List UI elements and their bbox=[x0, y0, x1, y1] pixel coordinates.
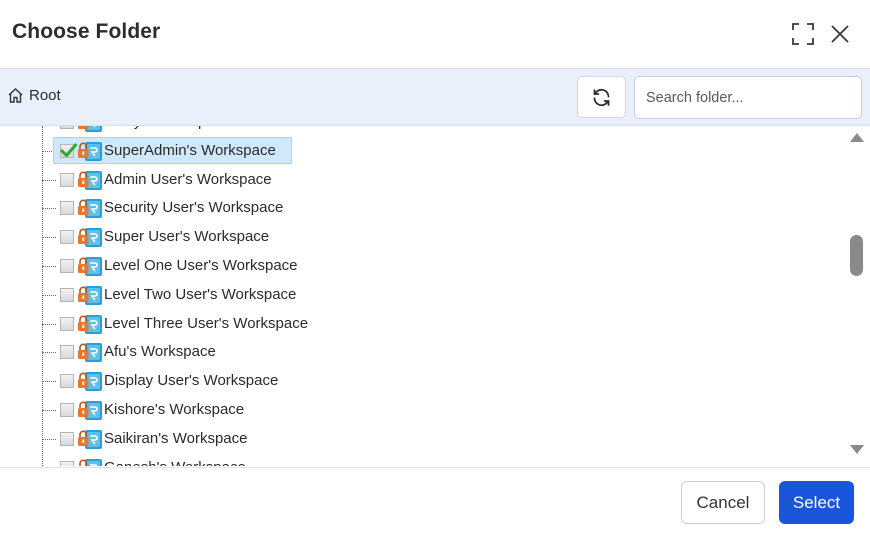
locked-workspace-icon bbox=[77, 457, 103, 466]
tree-branch-line bbox=[42, 266, 56, 267]
locked-workspace-icon bbox=[77, 226, 103, 248]
tree-item-label: Admin User's Workspace bbox=[104, 170, 272, 188]
breadcrumb-root-label: Root bbox=[29, 87, 61, 104]
folder-checkbox[interactable] bbox=[60, 201, 74, 216]
tree-item[interactable]: Super User's Workspace bbox=[42, 223, 742, 251]
tree-branch-line bbox=[42, 179, 56, 181]
tree-item-label: Level Two User's Workspace bbox=[104, 285, 297, 303]
dialog-header: Choose Folder bbox=[0, 0, 870, 68]
tree-item[interactable]: Ganesh's Workspace bbox=[42, 454, 742, 466]
tree-item-label: Vinay's Workspace bbox=[104, 126, 231, 130]
tree-item[interactable]: Afu's Workspace bbox=[42, 338, 742, 366]
tree-item[interactable]: Kishore's Workspace bbox=[42, 396, 742, 424]
folder-checkbox[interactable] bbox=[60, 230, 74, 245]
folder-checkbox[interactable] bbox=[60, 374, 74, 389]
scroll-thumb[interactable] bbox=[850, 235, 863, 276]
tree-branch-line bbox=[42, 237, 56, 239]
tree-item-label: Super User's Workspace bbox=[104, 228, 270, 246]
folder-checkbox[interactable] bbox=[60, 316, 74, 331]
tree-branch-line bbox=[42, 208, 56, 210]
folder-toolbar: Root bbox=[0, 68, 870, 126]
refresh-icon bbox=[593, 88, 610, 106]
close-button[interactable] bbox=[827, 21, 853, 47]
tree-item[interactable]: Saikiran's Workspace bbox=[42, 425, 742, 453]
tree-item[interactable]: Level Two User's Workspace bbox=[42, 281, 742, 309]
tree-item-label: Kishore's Workspace bbox=[104, 401, 245, 418]
locked-workspace-icon bbox=[77, 428, 103, 450]
tree-item[interactable]: Security User's Workspace bbox=[42, 194, 742, 222]
locked-workspace-icon bbox=[77, 341, 103, 363]
tree-branch-line bbox=[42, 410, 56, 411]
locked-workspace-icon bbox=[77, 197, 103, 219]
breadcrumb[interactable]: Root bbox=[7, 87, 61, 104]
locked-workspace-icon bbox=[77, 140, 103, 162]
folder-tree: Vinay's Workspace SuperAdmin's Workspace A… bbox=[0, 126, 846, 466]
triangle-down-icon bbox=[850, 445, 864, 454]
locked-workspace-icon bbox=[77, 284, 103, 306]
tree-item[interactable]: SuperAdmin's Workspace bbox=[42, 136, 742, 165]
dialog-footer: Cancel Select bbox=[0, 467, 870, 536]
folder-checkbox[interactable] bbox=[60, 403, 74, 417]
scroll-up-arrow[interactable] bbox=[849, 131, 865, 143]
search-folder-input[interactable] bbox=[634, 76, 862, 119]
close-icon bbox=[831, 25, 849, 43]
tree-branch-line bbox=[42, 438, 56, 440]
home-icon bbox=[8, 88, 23, 103]
tree-scrollbar[interactable] bbox=[846, 126, 868, 466]
tree-branch-line bbox=[42, 294, 56, 296]
select-button[interactable]: Select bbox=[779, 481, 854, 524]
folder-checkbox[interactable] bbox=[60, 431, 74, 446]
tree-item[interactable]: Admin User's Workspace bbox=[42, 166, 742, 194]
folder-checkbox[interactable] bbox=[60, 259, 74, 273]
folder-checkbox[interactable] bbox=[60, 126, 74, 129]
expand-icon bbox=[792, 23, 814, 45]
refresh-button[interactable] bbox=[577, 76, 626, 118]
locked-workspace-icon bbox=[77, 126, 103, 133]
tree-branch-line bbox=[42, 323, 56, 325]
scroll-down-arrow[interactable] bbox=[849, 444, 865, 456]
tree-item-label: Level Three User's Workspace bbox=[104, 314, 309, 332]
tree-item[interactable]: Display User's Workspace bbox=[42, 367, 742, 395]
tree-branch-line bbox=[42, 381, 56, 383]
tree-item-label: Ganesh's Workspace bbox=[104, 459, 246, 466]
tree-item-label: Saikiran's Workspace bbox=[104, 429, 248, 447]
folder-checkbox[interactable] bbox=[60, 172, 74, 187]
folder-checkbox[interactable] bbox=[60, 460, 74, 466]
locked-workspace-icon bbox=[77, 370, 103, 392]
checkmark-icon bbox=[60, 143, 77, 157]
locked-workspace-icon bbox=[77, 255, 103, 277]
tree-item[interactable]: Level One User's Workspace bbox=[42, 252, 742, 280]
tree-branch-line bbox=[42, 352, 56, 354]
cancel-button[interactable]: Cancel bbox=[681, 481, 765, 524]
tree-item-label: Security User's Workspace bbox=[104, 199, 284, 217]
maximize-button[interactable] bbox=[790, 21, 816, 47]
folder-checkbox[interactable] bbox=[60, 143, 77, 158]
triangle-up-icon bbox=[850, 133, 864, 142]
dialog-title: Choose Folder bbox=[12, 20, 161, 43]
folder-checkbox[interactable] bbox=[60, 345, 74, 360]
locked-workspace-icon bbox=[77, 313, 103, 335]
tree-item[interactable]: Vinay's Workspace bbox=[42, 126, 742, 136]
folder-checkbox[interactable] bbox=[60, 287, 74, 302]
locked-workspace-icon bbox=[77, 169, 103, 191]
tree-item-label: Level One User's Workspace bbox=[104, 257, 298, 274]
tree-item-label: Display User's Workspace bbox=[104, 372, 279, 390]
tree-item-label: SuperAdmin's Workspace bbox=[104, 141, 276, 159]
tree-item[interactable]: Level Three User's Workspace bbox=[42, 310, 742, 338]
locked-workspace-icon bbox=[77, 399, 103, 421]
tree-item-label: Afu's Workspace bbox=[104, 343, 216, 361]
